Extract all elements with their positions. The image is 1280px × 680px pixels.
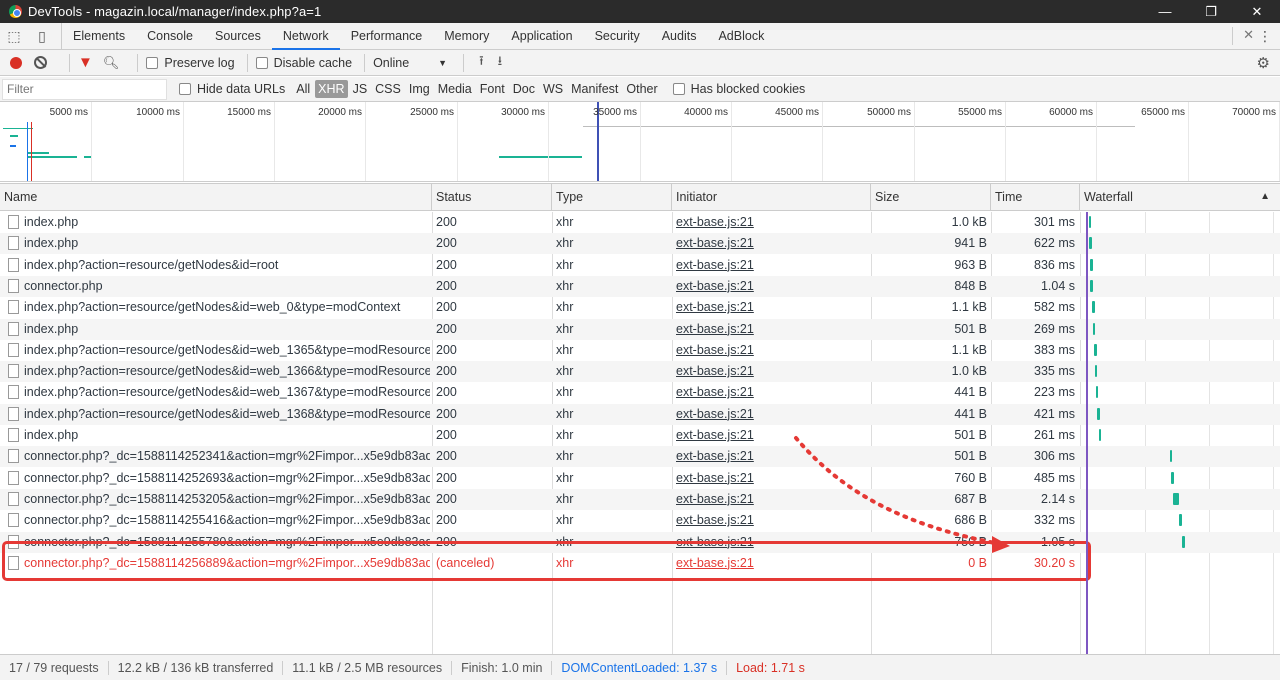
resources-size: 11.1 kB / 2.5 MB resources	[283, 660, 453, 675]
dom-content-loaded-time: DOMContentLoaded: 1.37 s	[552, 660, 728, 675]
finish-time: Finish: 1.0 min	[452, 660, 553, 675]
status-bar: 17 / 79 requests 12.2 kB / 136 kB transf…	[0, 654, 1280, 680]
load-time: Load: 1.71 s	[736, 660, 805, 675]
requests-count: 17 / 79 requests	[0, 660, 109, 675]
waterfall-load-line	[1086, 212, 1088, 654]
transferred-size: 12.2 kB / 136 kB transferred	[109, 660, 284, 675]
annotation-arrow	[794, 436, 1010, 553]
